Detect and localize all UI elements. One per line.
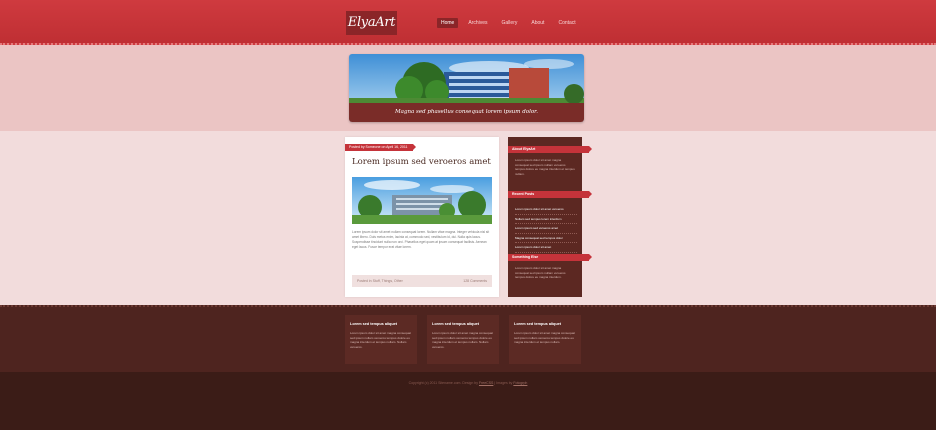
footer-box: Lorem sed tempus aliquet Lorem ipsum dol… xyxy=(509,315,581,364)
recent-posts-list: Lorem ipsum dolor sit amet veroeros Null… xyxy=(515,205,577,253)
footer-box-title: Lorem sed tempus aliquet xyxy=(350,322,398,326)
copyright: Copyright (c) 2011 Sitename.com. Design … xyxy=(0,381,936,385)
footer-box: Lorem sed tempus aliquet Lorem ipsum dol… xyxy=(345,315,417,364)
post-comments-link[interactable]: 128 Comments xyxy=(463,275,487,287)
recent-post-item[interactable]: Magna consequat sed tempus dolor xyxy=(515,234,577,243)
footer-box-title: Lorem sed tempus aliquet xyxy=(432,322,480,326)
recent-post-item[interactable]: Nullam sed tempus lorem interdum xyxy=(515,215,577,224)
footer-box-title: Lorem sed tempus aliquet xyxy=(514,322,562,326)
footer-box-text: Lorem ipsum dolor sit amet magna consequ… xyxy=(432,331,493,349)
nav-home[interactable]: Home xyxy=(437,18,459,28)
post-footer: Posted in Stuff, Things, Other 128 Comme… xyxy=(352,275,492,287)
images-link[interactable]: Fotogrph xyxy=(513,381,527,385)
nav-gallery[interactable]: Gallery xyxy=(498,18,522,28)
post-image xyxy=(352,177,492,224)
banner: Magna sed phasellus consequat lorem ipsu… xyxy=(349,54,584,122)
recent-post-item[interactable]: Lorem ipsum sed veroeros amet xyxy=(515,224,577,234)
post-body: Lorem ipsum dolor sit amet nullam conseq… xyxy=(352,230,490,249)
nav-about[interactable]: About xyxy=(527,18,548,28)
site-header: ElyaArt Home Archives Gallery About Cont… xyxy=(0,0,936,45)
copyright-mid: | Images by xyxy=(494,381,513,385)
recent-post-item[interactable]: Lorem ipsum dolor sit amet xyxy=(515,243,577,253)
widget-title-recent: Recent Posts xyxy=(508,191,592,198)
widget-title-something: Something Else xyxy=(508,254,592,261)
footer-box: Lorem sed tempus aliquet Lorem ipsum dol… xyxy=(427,315,499,364)
widget-something-text: Lorem ipsum dolor sit amet magna consequ… xyxy=(515,266,566,279)
banner-caption: Magna sed phasellus consequat lorem ipsu… xyxy=(349,103,584,122)
widget-about-text: Lorem ipsum dolor sit amet magna consequ… xyxy=(515,158,575,176)
post-photo xyxy=(352,177,492,224)
footer-box-text: Lorem ipsum dolor sit amet magna consequ… xyxy=(514,331,575,345)
designer-link[interactable]: FreeCSS xyxy=(479,381,493,385)
copyright-text: Copyright (c) 2011 Sitename.com. Design … xyxy=(408,381,478,385)
post-date-ribbon: Posted by Someone on April 16, 2011 xyxy=(345,144,416,151)
blog-post: Posted by Someone on April 16, 2011 Lore… xyxy=(345,137,499,297)
footer-box-text: Lorem ipsum dolor sit amet magna consequ… xyxy=(350,331,411,349)
site-logo[interactable]: ElyaArt xyxy=(346,11,397,35)
post-categories[interactable]: Posted in Stuff, Things, Other xyxy=(357,275,403,287)
recent-post-item[interactable]: Lorem ipsum dolor sit amet veroeros xyxy=(515,205,577,215)
nav-archives[interactable]: Archives xyxy=(464,18,491,28)
widget-title-about: About ElyaArt xyxy=(508,146,592,153)
nav-contact[interactable]: Contact xyxy=(554,18,579,28)
main-nav: Home Archives Gallery About Contact xyxy=(437,18,580,28)
post-title[interactable]: Lorem ipsum sed veroeros amet xyxy=(352,157,491,167)
